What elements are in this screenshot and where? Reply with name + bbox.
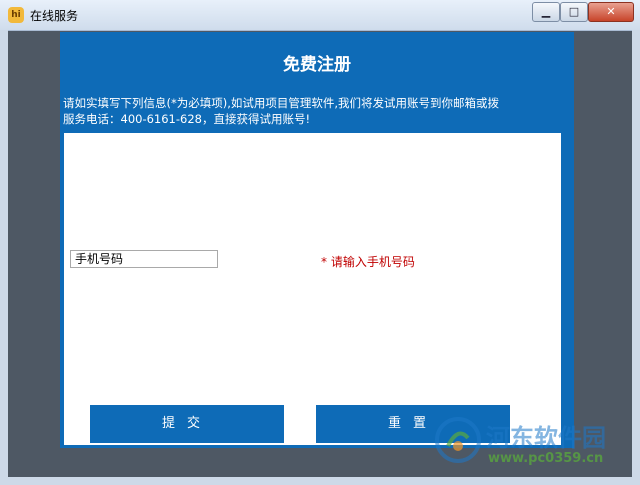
form-body: * 请输入手机号码 提交 重置 [64,133,561,445]
window-title: 在线服务 [30,9,79,23]
watermark-text: 河东软件园 [486,423,606,452]
close-button[interactable]: ✕ [588,2,634,22]
title-bar: hi 在线服务 ▁ □ ✕ [0,0,640,31]
watermark-logo-icon [435,417,481,463]
maximize-button[interactable]: □ [560,2,588,22]
window-border-left [0,30,8,477]
intro-text: 请如实填写下列信息(*为必填项),如试用项目管理软件,我们将发试用账号到你邮箱或… [63,95,571,127]
registration-panel: 免费注册 请如实填写下列信息(*为必填项),如试用项目管理软件,我们将发试用账号… [60,32,574,448]
phone-hint: * 请输入手机号码 [321,255,415,269]
minimize-button[interactable]: ▁ [532,2,560,22]
phone-number-input[interactable] [70,250,218,268]
form-title: 免费注册 [283,55,351,75]
watermark: 河东软件园 www.pc0359.cn [434,412,634,472]
app-icon: hi [8,7,24,23]
submit-button[interactable]: 提交 [90,405,284,443]
intro-line-1: 请如实填写下列信息(*为必填项),如试用项目管理软件,我们将发试用账号到你邮箱或… [63,96,500,110]
window-border-right [632,30,640,477]
window-border-bottom [0,477,640,485]
client-area: 免费注册 请如实填写下列信息(*为必填项),如试用项目管理软件,我们将发试用账号… [8,31,632,477]
watermark-url: www.pc0359.cn [488,451,604,466]
intro-line-2: 服务电话：400-6161-628，直接获得试用账号! [63,112,311,126]
